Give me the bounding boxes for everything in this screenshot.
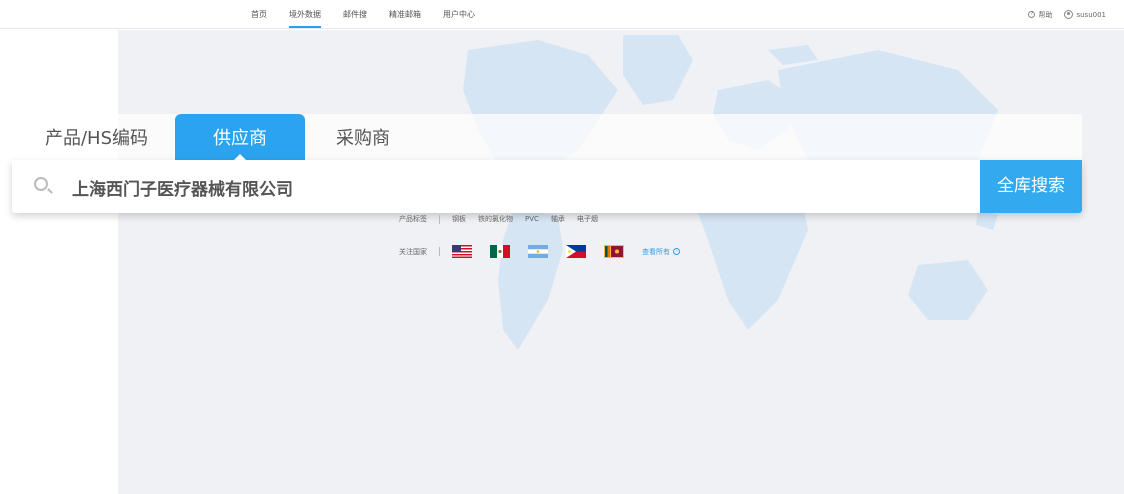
argentina-flag-icon[interactable] [528, 245, 548, 258]
user-menu[interactable]: susu001 [1064, 10, 1106, 19]
view-all-label: 查看所有 [642, 247, 670, 256]
main-nav: 首页 境外数据 邮件搜 精准邮箱 用户中心 [240, 0, 486, 29]
top-navigation-bar: 首页 境外数据 邮件搜 精准邮箱 用户中心 ? 帮助 susu001 [0, 0, 1124, 29]
sri-lanka-flag-icon[interactable] [604, 245, 624, 258]
user-avatar-icon [1064, 10, 1074, 19]
nav-item-precise-email[interactable]: 精准邮箱 [378, 0, 432, 29]
product-tag[interactable]: 轴承 [551, 214, 565, 224]
tab-buyer[interactable]: 采购商 [312, 114, 414, 160]
product-tag[interactable]: 电子烟 [577, 214, 598, 224]
main-content [118, 30, 1124, 494]
nav-item-home[interactable]: 首页 [240, 0, 278, 29]
divider [439, 247, 440, 256]
search-tabs: 产品/HS编码 供应商 采购商 [12, 114, 1082, 160]
view-all-countries-link[interactable]: 查看所有 › [642, 247, 680, 257]
chevron-right-icon: › [673, 248, 680, 255]
help-label: 帮助 [1038, 10, 1053, 19]
product-tag[interactable]: 钢板 [452, 214, 466, 224]
mexico-flag-icon[interactable] [490, 245, 510, 258]
nav-item-email-search[interactable]: 邮件搜 [332, 0, 378, 29]
top-right-area: ? 帮助 susu001 [1028, 0, 1106, 29]
tab-product-hs-code[interactable]: 产品/HS编码 [29, 114, 164, 160]
product-tag[interactable]: PVC [525, 215, 539, 223]
nav-item-overseas-data[interactable]: 境外数据 [278, 0, 332, 29]
usa-flag-icon[interactable] [452, 245, 472, 258]
tab-supplier[interactable]: 供应商 [175, 114, 305, 160]
followed-countries-row: 关注国家 查看所有 › [399, 245, 680, 258]
username: susu001 [1076, 10, 1106, 19]
philippines-flag-icon[interactable] [566, 245, 586, 258]
help-icon: ? [1028, 11, 1036, 18]
product-tags-row: 产品标签 钢板 铁的氯化物 PVC 轴承 电子烟 [399, 214, 610, 224]
search-bar: 全库搜索 [12, 160, 1082, 213]
product-tags-label: 产品标签 [399, 215, 427, 223]
search-input[interactable] [70, 172, 954, 202]
nav-item-user-center[interactable]: 用户中心 [432, 0, 486, 29]
search-icon [34, 177, 48, 191]
divider [439, 214, 440, 224]
followed-countries-label: 关注国家 [399, 247, 427, 256]
full-database-search-button[interactable]: 全库搜索 [980, 160, 1082, 213]
help-link[interactable]: ? 帮助 [1028, 10, 1052, 20]
product-tag[interactable]: 铁的氯化物 [478, 214, 513, 224]
